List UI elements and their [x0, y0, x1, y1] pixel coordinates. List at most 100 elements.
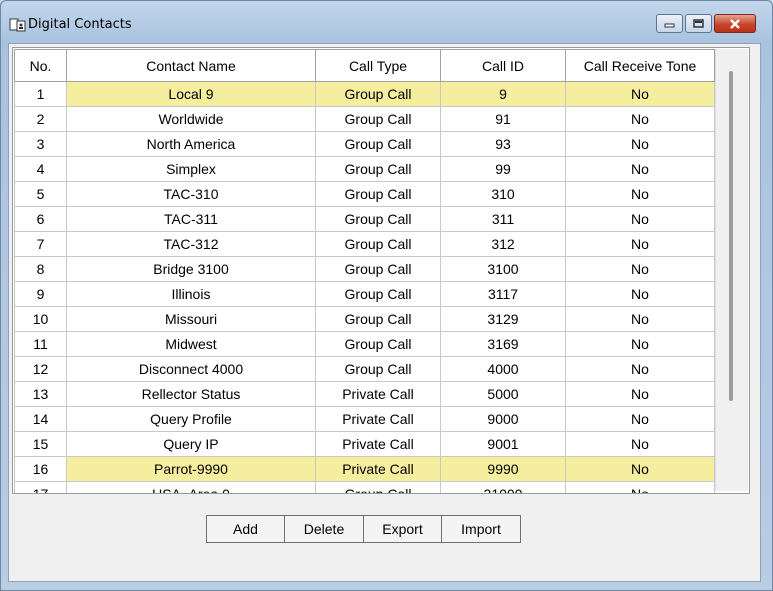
call-type-cell[interactable]: Group Call: [315, 81, 441, 107]
call-type-cell[interactable]: Group Call: [315, 331, 441, 357]
table-row[interactable]: 8 Bridge 3100 Group Call 3100 No: [14, 256, 715, 282]
column-header-call-type[interactable]: Call Type: [315, 49, 441, 82]
row-number-cell[interactable]: 12: [14, 356, 67, 382]
call-type-cell[interactable]: Group Call: [315, 281, 441, 307]
row-number-cell[interactable]: 7: [14, 231, 67, 257]
call-id-cell[interactable]: 3100: [440, 256, 566, 282]
minimize-button[interactable]: [656, 14, 683, 33]
call-id-cell[interactable]: 31000: [440, 481, 566, 493]
call-receive-tone-cell[interactable]: No: [565, 381, 715, 407]
call-id-cell[interactable]: 3117: [440, 281, 566, 307]
contact-name-cell[interactable]: Midwest: [66, 331, 316, 357]
table-row[interactable]: 17 USA_Area 0 Group Call 31000 No: [14, 481, 715, 493]
vertical-scrollbar[interactable]: [715, 49, 748, 491]
call-type-cell[interactable]: Group Call: [315, 206, 441, 232]
row-number-cell[interactable]: 17: [14, 481, 67, 493]
contact-name-cell[interactable]: Query Profile: [66, 406, 316, 432]
scrollbar-thumb[interactable]: [729, 71, 733, 401]
table-row[interactable]: 11 Midwest Group Call 3169 No: [14, 331, 715, 357]
call-id-cell[interactable]: 93: [440, 131, 566, 157]
contact-name-cell[interactable]: TAC-311: [66, 206, 316, 232]
contact-name-cell[interactable]: North America: [66, 131, 316, 157]
column-header-call-id[interactable]: Call ID: [440, 49, 566, 82]
call-type-cell[interactable]: Private Call: [315, 406, 441, 432]
call-receive-tone-cell[interactable]: No: [565, 156, 715, 182]
call-receive-tone-cell[interactable]: No: [565, 431, 715, 457]
column-header-no[interactable]: No.: [14, 49, 67, 82]
row-number-cell[interactable]: 14: [14, 406, 67, 432]
table-row[interactable]: 13 Rellector Status Private Call 5000 No: [14, 381, 715, 407]
row-number-cell[interactable]: 13: [14, 381, 67, 407]
row-number-cell[interactable]: 15: [14, 431, 67, 457]
call-receive-tone-cell[interactable]: No: [565, 456, 715, 482]
table-row[interactable]: 15 Query IP Private Call 9001 No: [14, 431, 715, 457]
call-receive-tone-cell[interactable]: No: [565, 356, 715, 382]
row-number-cell[interactable]: 16: [14, 456, 67, 482]
call-type-cell[interactable]: Private Call: [315, 431, 441, 457]
row-number-cell[interactable]: 2: [14, 106, 67, 132]
call-type-cell[interactable]: Group Call: [315, 156, 441, 182]
call-receive-tone-cell[interactable]: No: [565, 231, 715, 257]
table-row[interactable]: 9 Illinois Group Call 3117 No: [14, 281, 715, 307]
call-type-cell[interactable]: Group Call: [315, 356, 441, 382]
table-row[interactable]: 1 Local 9 Group Call 9 No: [14, 81, 715, 107]
call-id-cell[interactable]: 9000: [440, 406, 566, 432]
row-number-cell[interactable]: 6: [14, 206, 67, 232]
maximize-button[interactable]: [685, 14, 712, 33]
row-number-cell[interactable]: 10: [14, 306, 67, 332]
row-number-cell[interactable]: 3: [14, 131, 67, 157]
call-id-cell[interactable]: 9990: [440, 456, 566, 482]
add-button[interactable]: Add: [206, 515, 285, 543]
call-type-cell[interactable]: Group Call: [315, 106, 441, 132]
call-id-cell[interactable]: 310: [440, 181, 566, 207]
contact-name-cell[interactable]: Illinois: [66, 281, 316, 307]
call-receive-tone-cell[interactable]: No: [565, 256, 715, 282]
call-receive-tone-cell[interactable]: No: [565, 281, 715, 307]
call-receive-tone-cell[interactable]: No: [565, 131, 715, 157]
call-id-cell[interactable]: 9001: [440, 431, 566, 457]
table-row[interactable]: 4 Simplex Group Call 99 No: [14, 156, 715, 182]
contact-name-cell[interactable]: Local 9: [66, 81, 316, 107]
call-type-cell[interactable]: Private Call: [315, 456, 441, 482]
table-row[interactable]: 7 TAC-312 Group Call 312 No: [14, 231, 715, 257]
export-button[interactable]: Export: [363, 515, 442, 543]
call-receive-tone-cell[interactable]: No: [565, 306, 715, 332]
call-id-cell[interactable]: 91: [440, 106, 566, 132]
close-button[interactable]: [714, 14, 756, 33]
import-button[interactable]: Import: [441, 515, 521, 543]
call-id-cell[interactable]: 3129: [440, 306, 566, 332]
call-id-cell[interactable]: 4000: [440, 356, 566, 382]
call-type-cell[interactable]: Group Call: [315, 181, 441, 207]
contact-name-cell[interactable]: USA_Area 0: [66, 481, 316, 493]
call-id-cell[interactable]: 9: [440, 81, 566, 107]
table-row[interactable]: 16 Parrot-9990 Private Call 9990 No: [14, 456, 715, 482]
column-header-contact-name[interactable]: Contact Name: [66, 49, 316, 82]
table-row[interactable]: 10 Missouri Group Call 3129 No: [14, 306, 715, 332]
call-receive-tone-cell[interactable]: No: [565, 331, 715, 357]
row-number-cell[interactable]: 11: [14, 331, 67, 357]
call-receive-tone-cell[interactable]: No: [565, 481, 715, 493]
contact-name-cell[interactable]: Rellector Status: [66, 381, 316, 407]
delete-button[interactable]: Delete: [284, 515, 364, 543]
call-receive-tone-cell[interactable]: No: [565, 106, 715, 132]
table-row[interactable]: 3 North America Group Call 93 No: [14, 131, 715, 157]
call-type-cell[interactable]: Group Call: [315, 256, 441, 282]
row-number-cell[interactable]: 4: [14, 156, 67, 182]
column-header-call-receive-tone[interactable]: Call Receive Tone: [565, 49, 715, 82]
contact-name-cell[interactable]: Parrot-9990: [66, 456, 316, 482]
contact-name-cell[interactable]: Worldwide: [66, 106, 316, 132]
contact-name-cell[interactable]: Bridge 3100: [66, 256, 316, 282]
row-number-cell[interactable]: 8: [14, 256, 67, 282]
call-id-cell[interactable]: 311: [440, 206, 566, 232]
call-id-cell[interactable]: 5000: [440, 381, 566, 407]
row-number-cell[interactable]: 1: [14, 81, 67, 107]
row-number-cell[interactable]: 9: [14, 281, 67, 307]
call-type-cell[interactable]: Group Call: [315, 131, 441, 157]
row-number-cell[interactable]: 5: [14, 181, 67, 207]
call-type-cell[interactable]: Group Call: [315, 481, 441, 493]
table-row[interactable]: 5 TAC-310 Group Call 310 No: [14, 181, 715, 207]
call-receive-tone-cell[interactable]: No: [565, 406, 715, 432]
call-type-cell[interactable]: Group Call: [315, 231, 441, 257]
contact-name-cell[interactable]: Query IP: [66, 431, 316, 457]
table-row[interactable]: 12 Disconnect 4000 Group Call 4000 No: [14, 356, 715, 382]
